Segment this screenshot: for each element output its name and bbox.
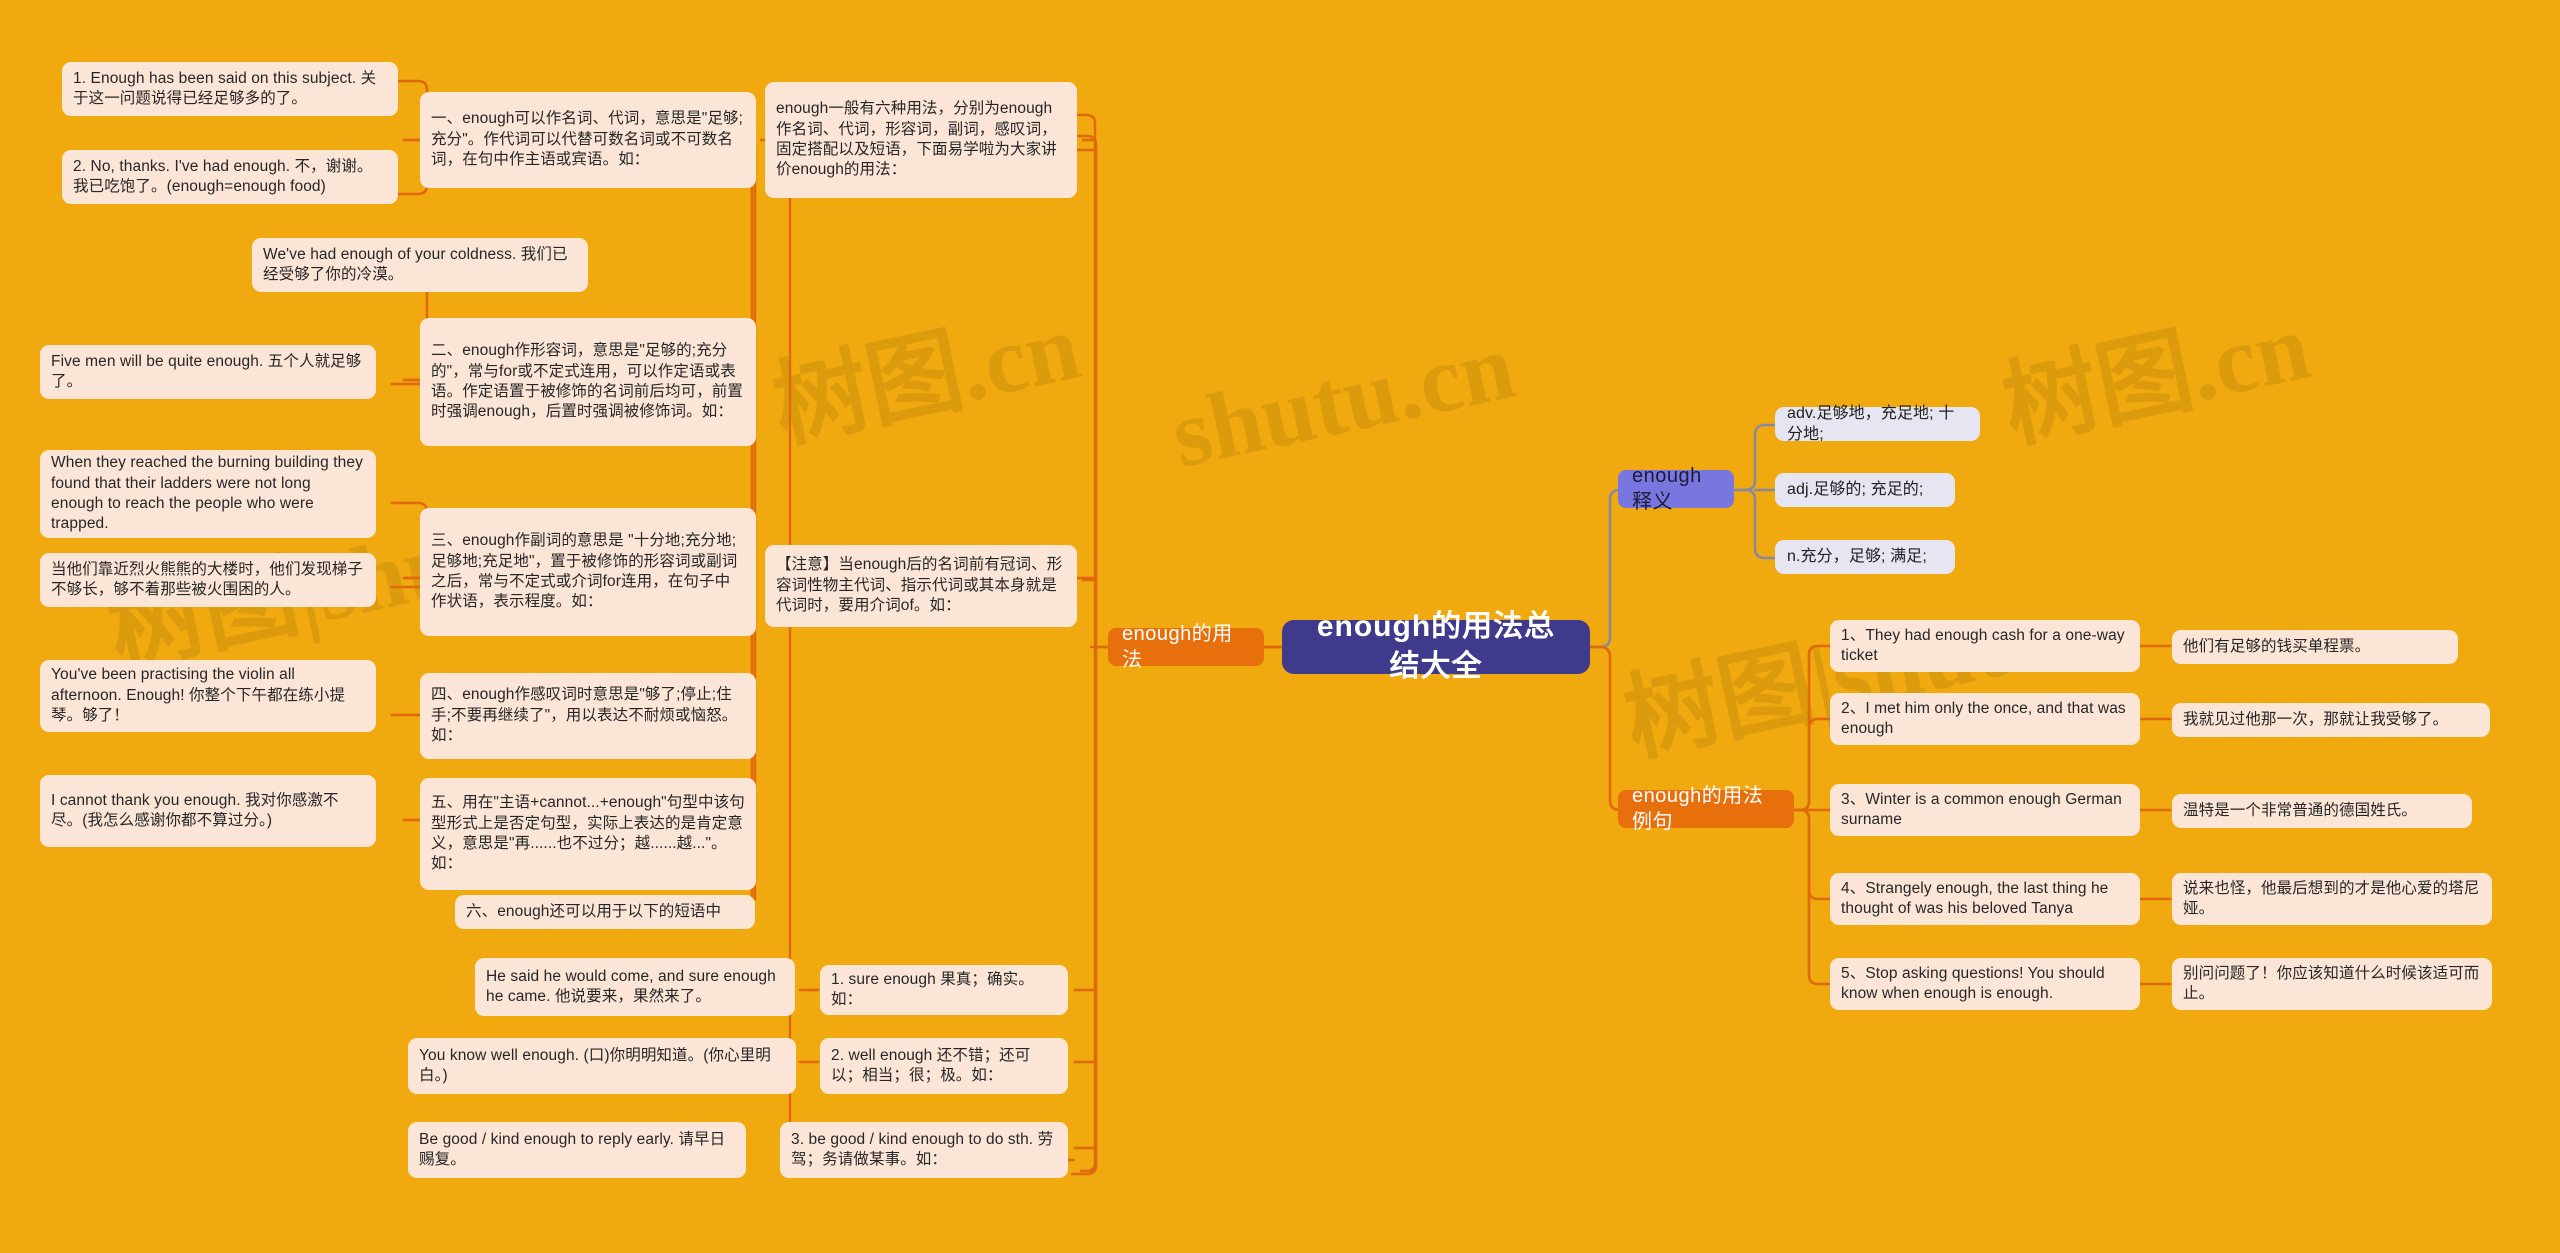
meaning-adj-text: adj.足够的; 充足的; (1787, 481, 1924, 499)
watermark: 树图.cn (764, 292, 1089, 461)
rule-5[interactable]: 五、用在"主语+cannot...+enough"句型中该句型形式上是否定句型，… (420, 778, 756, 890)
branch-meaning-label: enough释义 (1632, 464, 1702, 513)
example-1-zh[interactable]: 他们有足够的钱买单程票。 (2172, 630, 2458, 664)
example-4-zh[interactable]: 说来也怪，他最后想到的才是他心爱的塔尼娅。 (2172, 873, 2492, 925)
intro-text: enough一般有六种用法，分别为enough作名词、代词，形容词，副词，感叹词… (776, 100, 1057, 179)
example-5-zh[interactable]: 别问问题了！你应该知道什么时候该适可而止。 (2172, 958, 2492, 1010)
watermark: shutu.cn (1162, 312, 1524, 488)
example-2-zh-text: 我就见过他那一次，那就让我受够了。 (2183, 710, 2449, 728)
rule-5-text: 五、用在"主语+cannot...+enough"句型中该句型形式上是否定句型，… (431, 794, 745, 873)
phrase-1-example-text: He said he would come, and sure enough h… (486, 967, 776, 1005)
example-4-zh-text: 说来也怪，他最后想到的才是他心爱的塔尼娅。 (2183, 879, 2480, 917)
rule-1-text: 一、enough可以作名词、代词，意思是"足够;充分"。作代词可以代替可数名词或… (431, 110, 743, 169)
rule-1-example-2[interactable]: 2. No, thanks. I've had enough. 不，谢谢。我已吃… (62, 150, 398, 204)
example-4-en-text: 4、Strangely enough, the last thing he th… (1841, 879, 2109, 917)
phrase-2-label-text: 2. well enough 还不错；还可以；相当；很；极。如： (831, 1046, 1031, 1084)
example-2-en-text: 2、I met him only the once, and that was … (1841, 699, 2126, 737)
rule-1-example-1-text: 1. Enough has been said on this subject.… (73, 69, 377, 107)
phrase-3-example[interactable]: Be good / kind enough to reply early. 请早… (408, 1122, 746, 1178)
rule-4-text: 四、enough作感叹词时意思是"够了;停止;住手;不要再继续了"，用以表达不耐… (431, 686, 738, 745)
root-label: enough的用法总结大全 (1316, 610, 1556, 683)
phrase-2-label[interactable]: 2. well enough 还不错；还可以；相当；很；极。如： (820, 1038, 1068, 1094)
rule-2-example-2[interactable]: Five men will be quite enough. 五个人就足够了。 (40, 345, 376, 399)
rule-5-example-1[interactable]: I cannot thank you enough. 我对你感激不尽。(我怎么感… (40, 775, 376, 847)
rule-2-example-2-text: Five men will be quite enough. 五个人就足够了。 (51, 352, 362, 390)
rule-3-example-1-text: When they reached the burning building t… (51, 454, 363, 533)
root-node[interactable]: enough的用法总结大全 (1282, 610, 1590, 683)
watermark: 树图.cn (1994, 292, 2319, 461)
example-3-en-text: 3、Winter is a common enough German surna… (1841, 790, 2122, 828)
phrase-3-example-text: Be good / kind enough to reply early. 请早… (419, 1130, 726, 1168)
rule-3-example-1[interactable]: When they reached the burning building t… (40, 450, 376, 538)
rule-1[interactable]: 一、enough可以作名词、代词，意思是"足够;充分"。作代词可以代替可数名词或… (420, 92, 756, 188)
note-text: 【注意】当enough后的名词前有冠词、形容词性物主代词、指示代词或其本身就是代… (776, 556, 1063, 615)
phrase-2-example[interactable]: You know well enough. (口)你明明知道。(你心里明白。) (408, 1038, 796, 1094)
meaning-noun[interactable]: n.充分，足够; 满足; (1775, 540, 1955, 574)
meaning-noun-text: n.充分，足够; 满足; (1787, 548, 1927, 566)
example-5-en-text: 5、Stop asking questions! You should know… (1841, 964, 2105, 1002)
note-node[interactable]: 【注意】当enough后的名词前有冠词、形容词性物主代词、指示代词或其本身就是代… (765, 545, 1077, 627)
phrase-1-label-text: 1. sure enough 果真；确实。如： (831, 970, 1034, 1008)
rule-3[interactable]: 三、enough作副词的意思是 "十分地;充分地;足够地;充足地"，置于被修饰的… (420, 508, 756, 636)
rule-2[interactable]: 二、enough作形容词，意思是"足够的;充分的"，常与for或不定式连用，可以… (420, 318, 756, 446)
branch-examples[interactable]: enough的用法例句 (1618, 785, 1794, 833)
mindmap-canvas: 树图.cn shutu.cn 树图.cn 树图|shu 树图|shutu (0, 0, 2560, 1253)
branch-examples-label: enough的用法例句 (1632, 784, 1764, 833)
example-4-en[interactable]: 4、Strangely enough, the last thing he th… (1830, 873, 2140, 925)
rule-3-example-2-text: 当他们靠近烈火熊熊的大楼时，他们发现梯子不够长，够不着那些被火围困的人。 (51, 560, 364, 598)
meaning-adv[interactable]: adv.足够地，充足地; 十分地; (1775, 405, 1980, 443)
branch-usage[interactable]: enough的用法 (1108, 623, 1264, 671)
example-1-en[interactable]: 1、They had enough cash for a one-way tic… (1830, 620, 2140, 672)
meaning-adv-text: adv.足够地，充足地; 十分地; (1787, 404, 1955, 443)
phrase-1-example[interactable]: He said he would come, and sure enough h… (475, 958, 795, 1016)
meaning-adj[interactable]: adj.足够的; 充足的; (1775, 473, 1955, 507)
example-1-zh-text: 他们有足够的钱买单程票。 (2183, 637, 2371, 655)
rule-3-text: 三、enough作副词的意思是 "十分地;充分地;足够地;充足地"，置于被修饰的… (431, 532, 738, 611)
rule-1-example-1[interactable]: 1. Enough has been said on this subject.… (62, 62, 398, 116)
rule-2-example-1-text: We've had enough of your coldness. 我们已经受… (263, 245, 568, 283)
example-3-zh[interactable]: 温特是一个非常普通的德国姓氏。 (2172, 794, 2472, 828)
rule-3-example-2[interactable]: 当他们靠近烈火熊熊的大楼时，他们发现梯子不够长，够不着那些被火围困的人。 (40, 553, 376, 607)
rule-4[interactable]: 四、enough作感叹词时意思是"够了;停止;住手;不要再继续了"，用以表达不耐… (420, 673, 756, 759)
rule-2-example-1[interactable]: We've had enough of your coldness. 我们已经受… (252, 238, 588, 292)
intro-node[interactable]: enough一般有六种用法，分别为enough作名词、代词，形容词，副词，感叹词… (765, 82, 1077, 198)
branch-usage-label: enough的用法 (1122, 622, 1233, 671)
phrase-3-label-text: 3. be good / kind enough to do sth. 劳驾；务… (791, 1130, 1054, 1168)
example-5-en[interactable]: 5、Stop asking questions! You should know… (1830, 958, 2140, 1010)
phrase-1-label[interactable]: 1. sure enough 果真；确实。如： (820, 965, 1068, 1015)
example-2-zh[interactable]: 我就见过他那一次，那就让我受够了。 (2172, 703, 2490, 737)
rule-2-text: 二、enough作形容词，意思是"足够的;充分的"，常与for或不定式连用，可以… (431, 342, 744, 421)
example-3-zh-text: 温特是一个非常普通的德国姓氏。 (2183, 801, 2418, 819)
example-1-en-text: 1、They had enough cash for a one-way tic… (1841, 626, 2125, 664)
rule-4-example-1[interactable]: You've been practising the violin all af… (40, 660, 376, 732)
phrase-3-label[interactable]: 3. be good / kind enough to do sth. 劳驾；务… (780, 1122, 1068, 1178)
rule-4-example-1-text: You've been practising the violin all af… (51, 666, 346, 725)
example-2-en[interactable]: 2、I met him only the once, and that was … (1830, 693, 2140, 745)
example-3-en[interactable]: 3、Winter is a common enough German surna… (1830, 784, 2140, 836)
rule-5-example-1-text: I cannot thank you enough. 我对你感激不尽。(我怎么感… (51, 791, 339, 829)
example-5-zh-text: 别问问题了！你应该知道什么时候该适可而止。 (2183, 964, 2480, 1002)
rule-1-example-2-text: 2. No, thanks. I've had enough. 不，谢谢。我已吃… (73, 157, 373, 195)
branch-meaning[interactable]: enough释义 (1618, 465, 1734, 513)
rule-6[interactable]: 六、enough还可以用于以下的短语中 (455, 895, 755, 929)
rule-6-text: 六、enough还可以用于以下的短语中 (466, 902, 722, 920)
phrase-2-example-text: You know well enough. (口)你明明知道。(你心里明白。) (419, 1046, 771, 1084)
